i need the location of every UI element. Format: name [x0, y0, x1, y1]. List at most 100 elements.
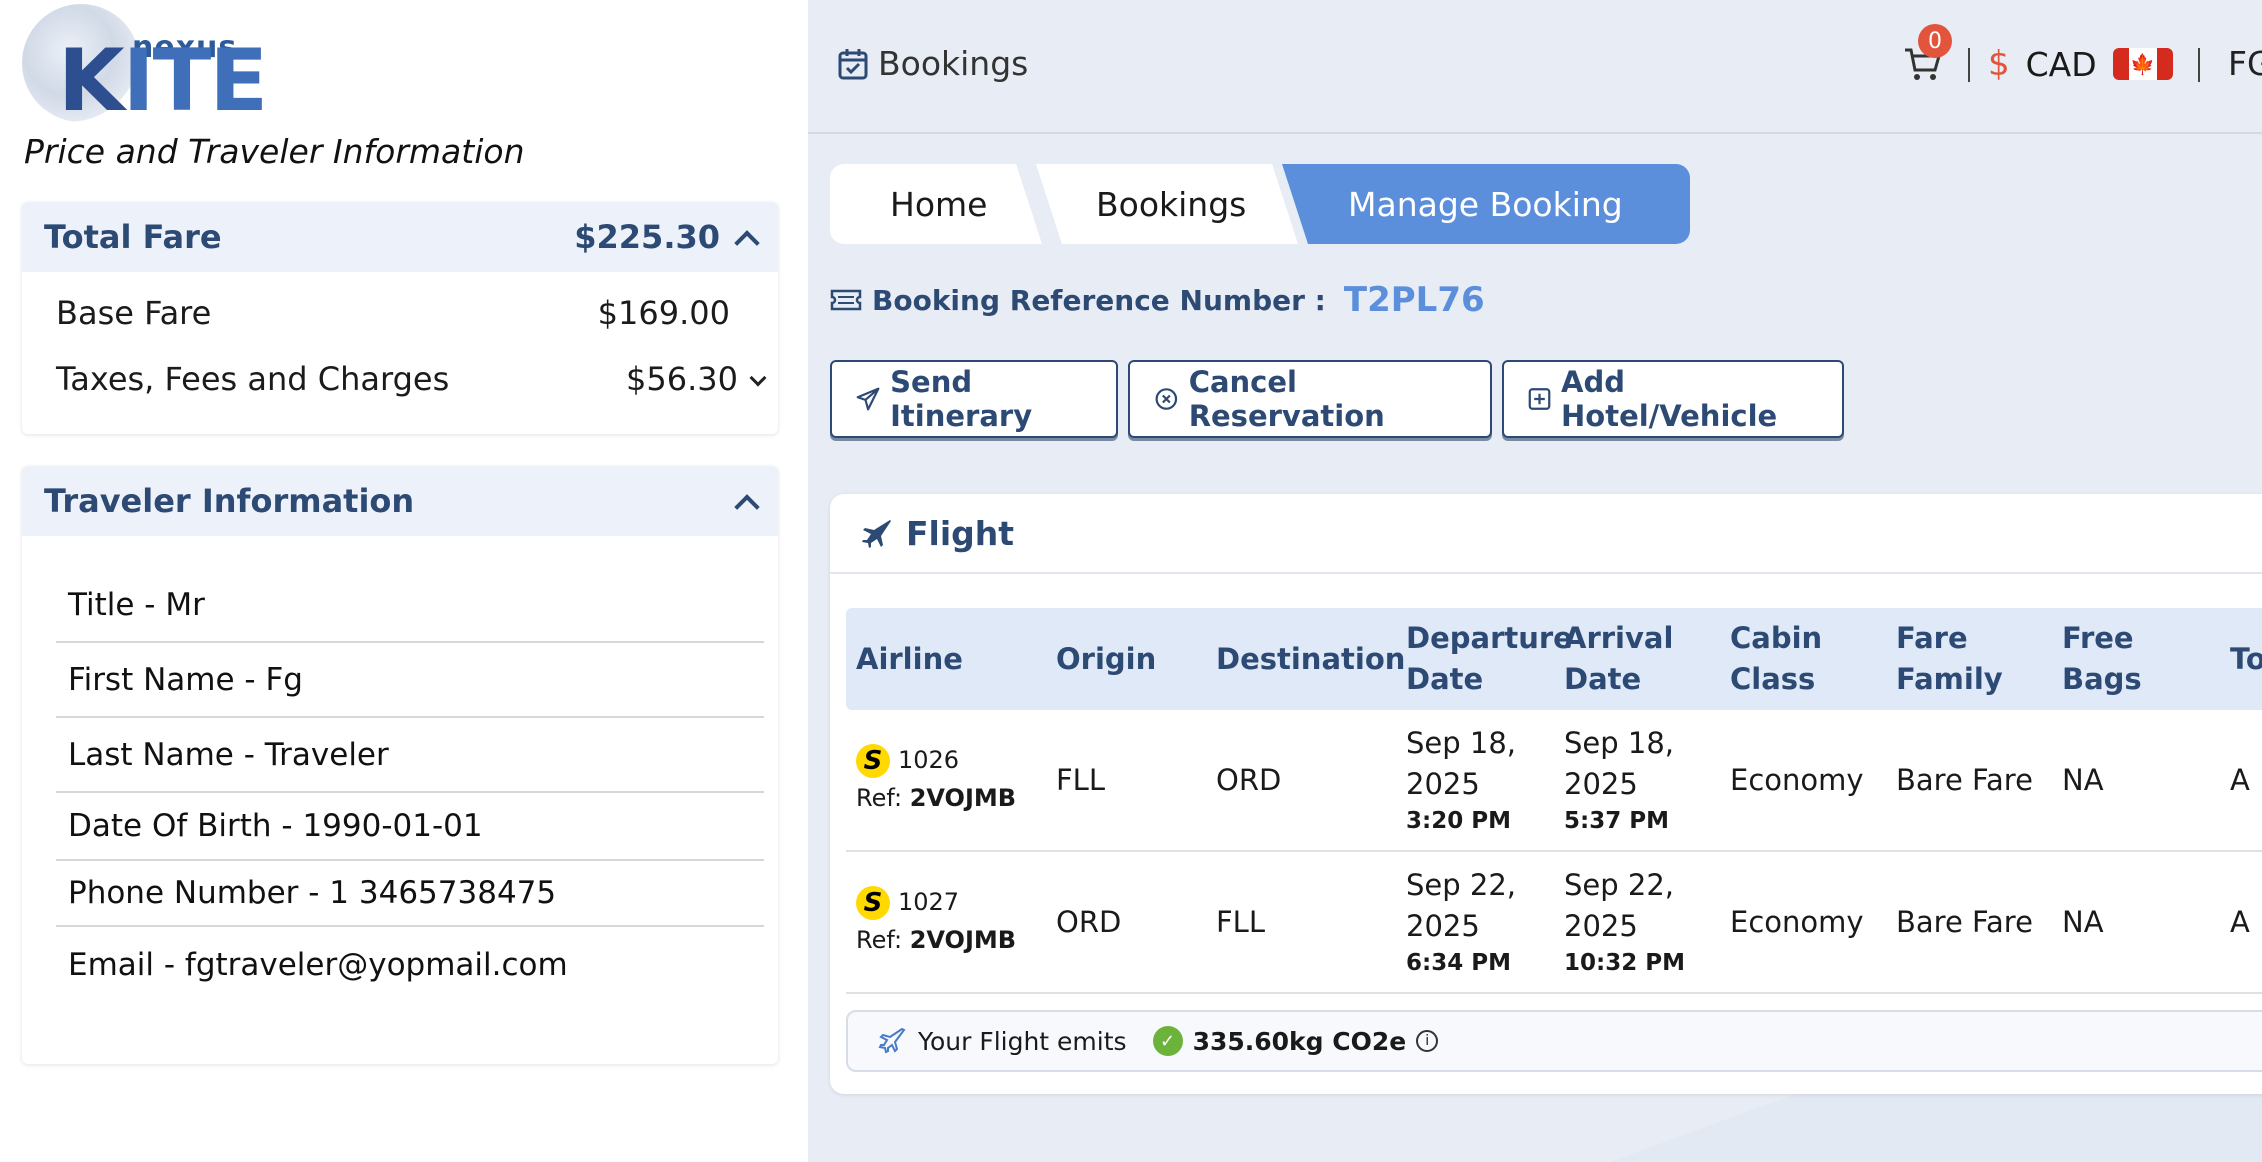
departure-cell: Sep 22, 2025 6:34 PM [1406, 868, 1516, 976]
top-bar: Bookings 0 $ CAD 🍁 FG [808, 0, 2262, 134]
free-bags-cell: NA [2062, 762, 2104, 797]
booking-reference: Booking Reference Number : T2PL76 [830, 280, 1485, 320]
cancel-reservation-button[interactable]: Cancel Reservation [1128, 360, 1492, 438]
traveler-details-list: Title - Mr First Name - Fg Last Name - T… [56, 568, 764, 1002]
emits-label: Your Flight emits [918, 1026, 1127, 1056]
truncated-cell: A [2230, 762, 2250, 797]
bookings-nav[interactable]: Bookings [838, 44, 1028, 83]
currency-symbol: $ [1988, 44, 2010, 84]
spirit-airline-logo-icon: S [856, 886, 890, 921]
traveler-info-title: Traveler Information [44, 482, 415, 520]
emits-value: 335.60kg CO2e [1192, 1026, 1407, 1056]
table-row[interactable]: S 1027 Ref: 2VOJMB ORD FLL Sep 22, 2025 6… [846, 852, 2262, 994]
origin-cell: ORD [1056, 904, 1122, 939]
pnr-ref: 2VOJMB [909, 926, 1017, 955]
total-fare-value: $225.30 [574, 218, 720, 256]
total-fare-title: Total Fare [44, 218, 222, 256]
total-fare-header[interactable]: Total Fare $225.30 [22, 202, 778, 272]
flight-table: Airline Origin Destination Departure Dat… [846, 608, 2262, 994]
destination-cell: ORD [1216, 762, 1282, 797]
col-airline[interactable]: Airline [846, 639, 1046, 680]
base-fare-value: $169.00 [597, 294, 730, 332]
divider [2198, 48, 2200, 82]
booking-ref-value: T2PL76 [1343, 280, 1485, 320]
traveler-title: Title - Mr [56, 568, 764, 643]
flight-number: 1026 [898, 746, 960, 775]
origin-cell: FLL [1056, 762, 1105, 797]
breadcrumb-current: Manage Booking [1282, 164, 1690, 244]
cart-count-badge: 0 [1918, 24, 1952, 58]
truncated-cell: A [2230, 904, 2250, 939]
pnr-ref: 2VOJMB [909, 784, 1017, 813]
main-content: Bookings 0 $ CAD 🍁 FG Home Bookings Mana… [808, 0, 2262, 1162]
divider [1968, 48, 1970, 82]
ticket-icon [830, 289, 862, 311]
breadcrumb-bookings[interactable]: Bookings [1036, 164, 1298, 244]
airline-cell: S 1026 Ref: 2VOJMB [856, 744, 1017, 813]
taxes-label: Taxes, Fees and Charges [56, 360, 450, 398]
col-arrival-date[interactable]: Arrival Date [1554, 618, 1720, 699]
col-departure-date[interactable]: Departure Date [1396, 618, 1573, 699]
booking-ref-label: Booking Reference Number : [872, 283, 1326, 317]
col-free-bags[interactable]: Free Bags [2052, 618, 2220, 699]
booking-actions: Send Itinerary Cancel Reservation Add Ho… [830, 360, 1844, 438]
col-truncated[interactable]: To [2220, 639, 2262, 680]
chevron-down-icon[interactable] [749, 369, 767, 387]
canada-flag-icon: 🍁 [2112, 48, 2173, 80]
traveler-last-name: Last Name - Traveler [56, 718, 764, 793]
currency-selector[interactable]: $ CAD 🍁 [1988, 44, 2173, 84]
currency-code: CAD [2025, 44, 2097, 84]
breadcrumb: Home Bookings Manage Booking [830, 164, 1690, 244]
free-bags-cell: NA [2062, 904, 2104, 939]
traveler-first-name: First Name - Fg [56, 643, 764, 718]
fare-family-cell: Bare Fare [1896, 904, 2033, 939]
flight-number: 1027 [898, 888, 960, 917]
flight-card: Flight Airline Origin Destination Depart… [830, 494, 2262, 1094]
page-title: Price and Traveler Information [24, 132, 525, 171]
plane-co2-icon [878, 1027, 906, 1054]
col-fare-family[interactable]: Fare Family [1886, 618, 2052, 699]
airline-cell: S 1027 Ref: 2VOJMB [856, 886, 1017, 955]
base-fare-label: Base Fare [56, 294, 212, 332]
total-fare-card: Total Fare $225.30 Base Fare $169.00 Tax… [22, 202, 778, 434]
add-hotel-vehicle-button[interactable]: Add Hotel/Vehicle [1502, 360, 1844, 438]
cabin-cell: Economy [1730, 762, 1864, 797]
circle-x-icon [1155, 388, 1178, 410]
chevron-up-icon[interactable] [734, 490, 756, 512]
col-cabin-class[interactable]: Cabin Class [1720, 618, 1886, 699]
square-plus-icon [1528, 388, 1551, 410]
traveler-email: Email - fgtraveler@yopmail.com [68, 946, 568, 983]
taxes-row[interactable]: Taxes, Fees and Charges $56.30 [56, 360, 767, 398]
table-row[interactable]: S 1026 Ref: 2VOJMB FLL ORD Sep 18, 2025 3… [846, 710, 2262, 852]
traveler-dob: Date Of Birth - 1990-01-01 [56, 793, 764, 861]
table-header: Airline Origin Destination Departure Dat… [846, 608, 2262, 710]
spirit-airline-logo-icon: S [856, 744, 890, 779]
logo-kite-text: KITE [58, 31, 268, 131]
left-panel: nexus KITE Price and Traveler Informatio… [0, 0, 808, 1162]
send-itinerary-button[interactable]: Send Itinerary [830, 360, 1118, 438]
bookings-label: Bookings [878, 44, 1029, 83]
col-destination[interactable]: Destination [1206, 639, 1405, 680]
chevron-up-icon[interactable] [734, 226, 756, 248]
nexus-kite-logo[interactable]: nexus KITE [22, 4, 268, 124]
leaf-icon: ✓ [1152, 1026, 1183, 1056]
co2-emissions-bar: Your Flight emits ✓ 335.60kg CO2e i [846, 1010, 2262, 1072]
base-fare-row: Base Fare $169.00 [56, 294, 730, 332]
cabin-cell: Economy [1730, 904, 1864, 939]
fare-family-cell: Bare Fare [1896, 762, 2033, 797]
arrival-cell: Sep 22, 2025 10:32 PM [1564, 868, 1685, 976]
user-initials[interactable]: FG [2228, 44, 2262, 83]
paper-plane-icon [856, 387, 880, 411]
flight-header: Flight [830, 494, 2262, 574]
col-origin[interactable]: Origin [1046, 639, 1206, 680]
airplane-icon [862, 520, 891, 548]
arrival-cell: Sep 18, 2025 5:37 PM [1564, 726, 1674, 834]
destination-cell: FLL [1216, 904, 1265, 939]
traveler-info-header[interactable]: Traveler Information [22, 466, 778, 536]
info-icon[interactable]: i [1416, 1030, 1439, 1052]
traveler-info-card: Traveler Information Title - Mr First Na… [22, 466, 778, 1064]
taxes-value: $56.30 [626, 360, 738, 398]
breadcrumb-home[interactable]: Home [830, 164, 1042, 244]
calendar-check-icon [838, 48, 868, 79]
traveler-phone: Phone Number - 1 3465738475 [56, 861, 764, 927]
